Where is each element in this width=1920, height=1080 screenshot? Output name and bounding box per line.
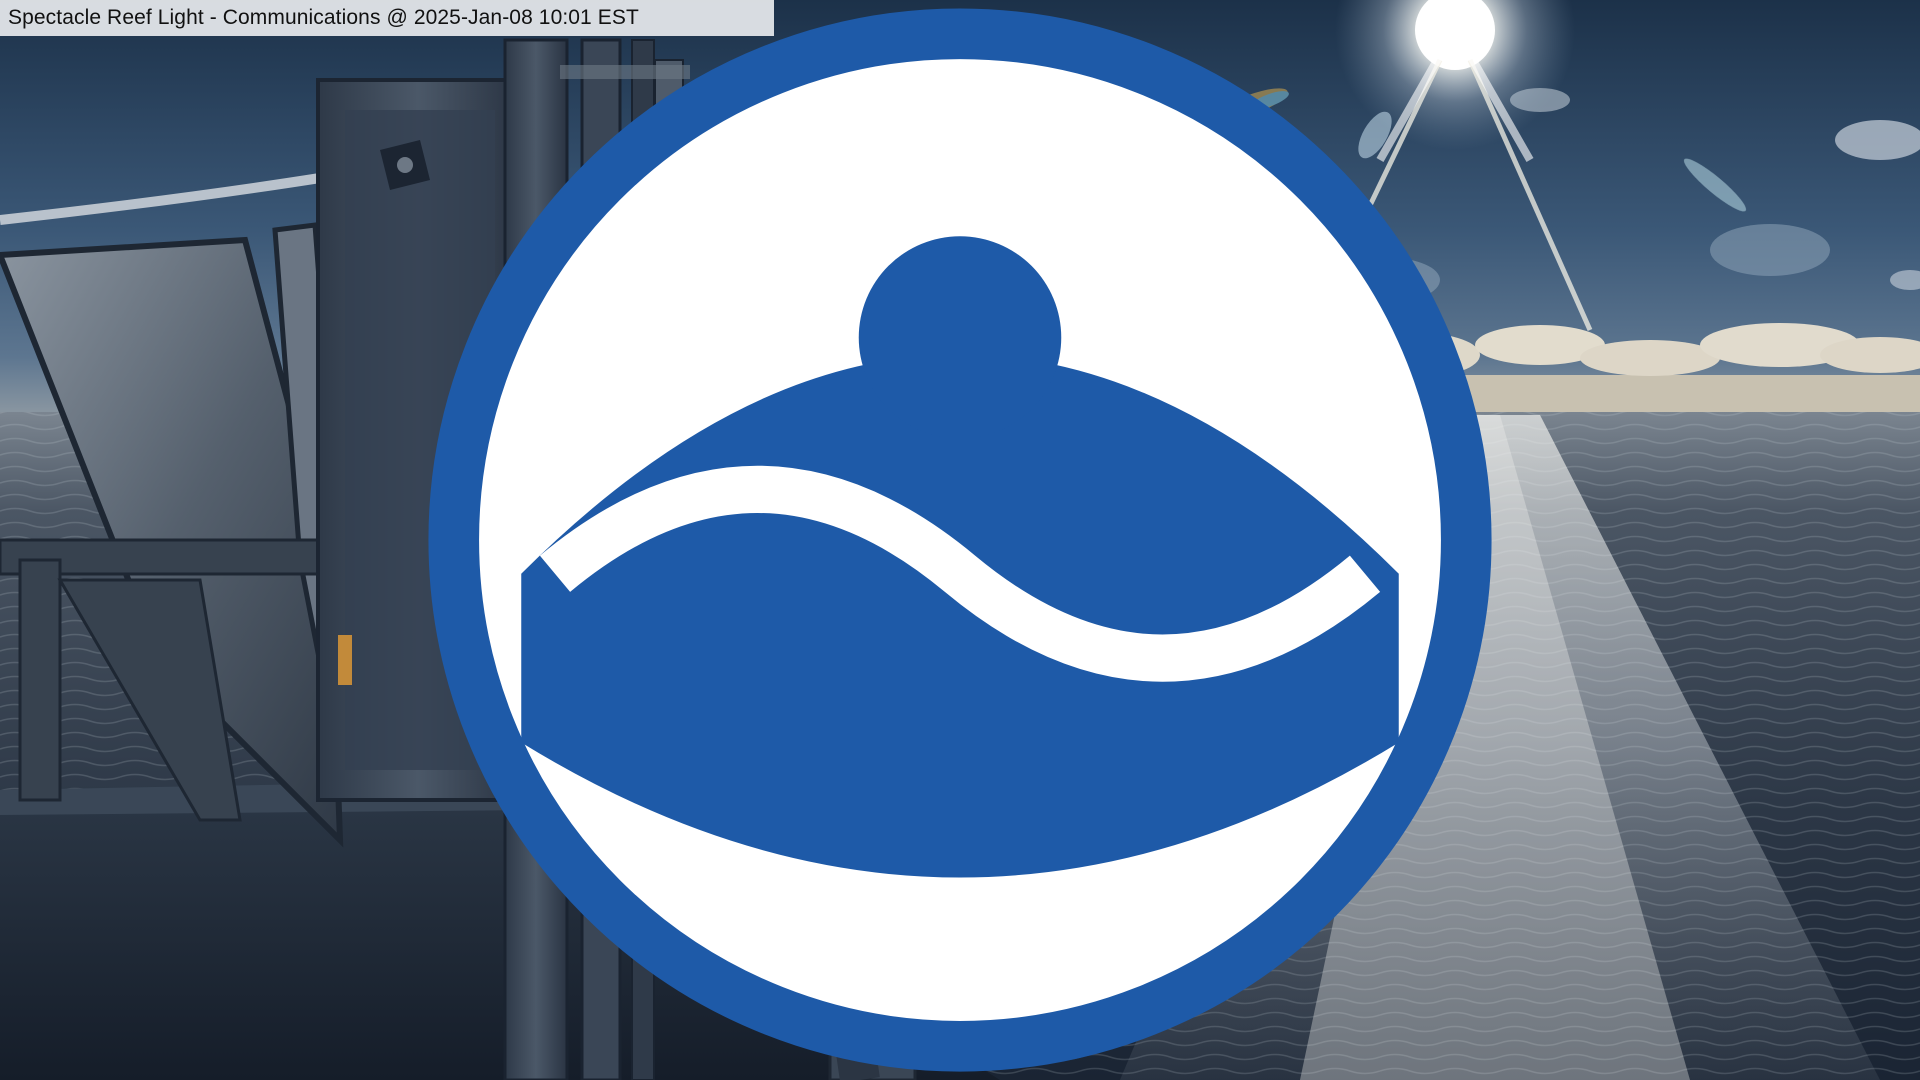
- noaa-logo-icon: [428, 8, 1492, 1072]
- camera-caption-bar: Spectacle Reef Light - Communications @ …: [0, 0, 1492, 1072]
- webcam-frame: Spectacle Reef Light - Communications @ …: [0, 0, 1920, 1080]
